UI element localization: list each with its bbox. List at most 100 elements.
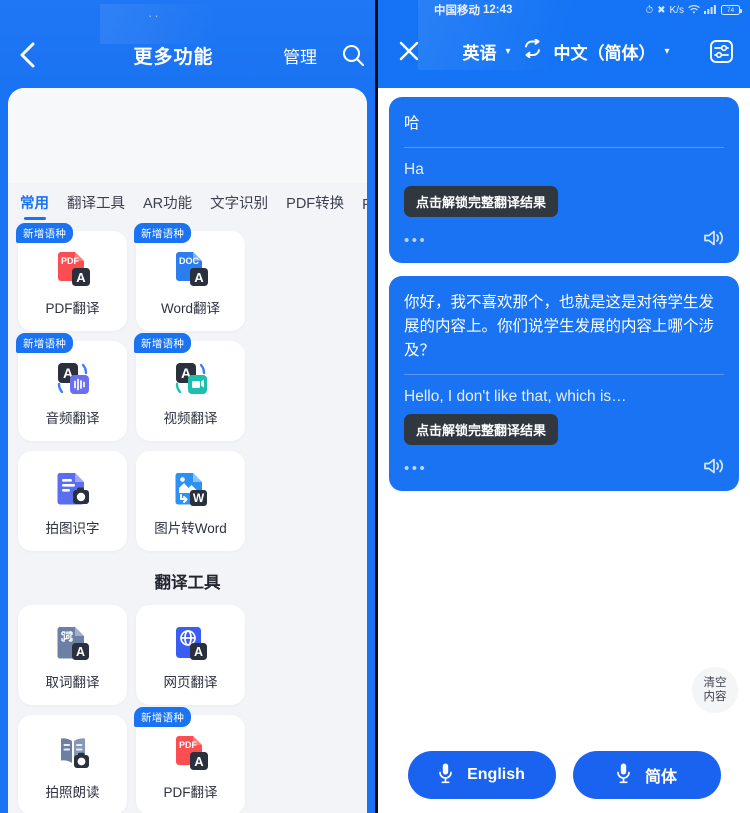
svg-text:A: A: [194, 270, 204, 285]
translate-tools-grid: 词 A 取词翻译 A 网页翻译 拍照朗读 新增语种 PDF A PDF翻译: [8, 595, 367, 813]
carrier-label: 中国移动: [434, 5, 480, 17]
feature-card-audio-translate[interactable]: 新增语种 A 音频翻译: [16, 333, 127, 441]
svg-text:A: A: [76, 270, 86, 285]
common-feature-grid: 新增语种 PDF A PDF翻译 新增语种 DOC A Word翻译 新增语种 …: [8, 221, 367, 551]
clear-line-1: 清空: [703, 676, 727, 689]
unlock-translation-tooltip[interactable]: 点击解锁完整翻译结果: [404, 186, 559, 218]
chevron-left-icon[interactable]: [0, 41, 54, 69]
signal-bars-icon: [704, 4, 717, 17]
book-camera-icon: [50, 729, 96, 777]
category-tabs: 常用 翻译工具 AR功能 文字识别 PDF转换 PD: [8, 183, 367, 221]
feature-card-word-translate[interactable]: 新增语种 DOC A Word翻译: [134, 223, 245, 331]
feature-label: 拍图识字: [45, 521, 100, 536]
feature-card-pdf-translate-2[interactable]: 新增语种 PDF A PDF翻译: [134, 707, 245, 813]
doc-file-icon: DOC A: [168, 245, 214, 293]
bubble-divider: [404, 374, 724, 376]
feature-card-pdf-translate[interactable]: 新增语种 PDF A PDF翻译: [16, 223, 127, 331]
page-title: 更多功能: [133, 46, 214, 68]
svg-text:A: A: [75, 645, 84, 659]
feature-label: 网页翻译: [163, 675, 218, 690]
alarm-icon: ⏱: [645, 4, 654, 16]
pdf-file-icon: PDF A: [168, 729, 214, 777]
left-phone-panel: ·· 更多功能 管理 常用 翻译工具 AR功能 文字识别 PDF转换 PD: [0, 0, 375, 813]
feature-label: 视频翻译: [163, 411, 218, 426]
feature-label: 拍照朗读: [45, 785, 100, 800]
decorative-dots: ··: [148, 8, 161, 23]
bubble-divider: [404, 147, 724, 149]
message-target-text: Ha: [404, 161, 424, 179]
microphone-button-row: English 简体: [378, 749, 750, 801]
chat-bubble[interactable]: 你好，我不喜欢那个，也就是这是对待学生发展的内容上。你们说学生发展的内容上哪个涉…: [389, 276, 739, 491]
dual-screenshot: ·· 更多功能 管理 常用 翻译工具 AR功能 文字识别 PDF转换 PD: [0, 0, 750, 813]
status-bar: 中国移动 12:43 ⏱ ✖ K/s 74: [378, 0, 750, 20]
speaker-icon[interactable]: [702, 228, 724, 253]
svg-text:A: A: [193, 645, 202, 659]
tab-pdfzhuanhuan[interactable]: PDF转换: [286, 192, 344, 221]
more-options-icon[interactable]: •••: [404, 233, 427, 248]
more-options-icon[interactable]: •••: [404, 461, 427, 476]
left-nav-row: 更多功能 管理: [0, 34, 375, 76]
status-bar-left: 中国移动 12:43: [434, 2, 512, 18]
left-top-bar: ·· 更多功能 管理: [0, 0, 375, 88]
tab-ar[interactable]: AR功能: [143, 192, 192, 221]
chat-bubble[interactable]: 哈 Ha 点击解锁完整翻译结果 •••: [389, 97, 739, 264]
clear-line-2: 内容: [703, 691, 727, 703]
language-selector-group: 英语 ▾ 中文（简体） ▾: [434, 38, 698, 64]
feature-card-photo-read[interactable]: 拍照朗读: [18, 715, 127, 813]
chevron-down-icon[interactable]: ▾: [505, 46, 510, 57]
bluetooth-icon: ✖: [657, 4, 666, 16]
clear-content-button[interactable]: 清空 内容: [692, 667, 738, 713]
image-to-word-icon: W: [168, 465, 214, 513]
unlock-translation-tooltip[interactable]: 点击解锁完整翻译结果: [404, 413, 559, 445]
tab-overflow[interactable]: PD: [362, 197, 367, 221]
feature-label: PDF翻译: [45, 301, 100, 316]
source-language-button[interactable]: 英语: [462, 39, 496, 64]
feature-card-photo-ocr[interactable]: 拍图识字: [18, 451, 127, 551]
feature-label: 图片转Word: [154, 521, 227, 536]
message-source-text: 哈: [404, 115, 420, 132]
mic-button-english[interactable]: English: [407, 751, 556, 799]
new-language-badge: 新增语种: [134, 707, 192, 727]
svg-text:DOC: DOC: [179, 256, 200, 266]
feature-label: PDF翻译: [163, 785, 218, 800]
close-icon[interactable]: [392, 40, 426, 62]
doc-camera-icon: [50, 465, 96, 513]
bubble-footer: •••: [404, 456, 724, 481]
svg-text:PDF: PDF: [61, 256, 80, 266]
feature-card-webpage-translate[interactable]: A 网页翻译: [136, 605, 245, 705]
tab-changyong[interactable]: 常用: [20, 192, 49, 221]
video-camera-icon: A: [168, 355, 214, 403]
new-language-badge: 新增语种: [16, 333, 74, 353]
tab-wenzishibie[interactable]: 文字识别: [210, 192, 268, 221]
feature-card-word-pick[interactable]: 词 A 取词翻译: [18, 605, 127, 705]
data-rate-label: K/s: [669, 4, 684, 16]
chevron-down-icon-target[interactable]: ▾: [665, 46, 670, 57]
chat-message-list: 哈 Ha 点击解锁完整翻译结果 ••• 你好，我不喜欢那个，也就是这是对待学生发…: [378, 88, 750, 728]
mic-button-chinese[interactable]: 简体: [572, 751, 721, 799]
right-phone-panel: 中国移动 12:43 ⏱ ✖ K/s 74 英语 ▾ 中文（简体） ▾ 哈 Ha…: [375, 0, 750, 813]
clock-label: 12:43: [483, 4, 513, 16]
left-content-sheet: 常用 翻译工具 AR功能 文字识别 PDF转换 PD 新增语种 PDF: [8, 88, 367, 813]
feature-label: Word翻译: [160, 301, 220, 316]
microphone-icon: [616, 762, 631, 789]
wifi-icon: [688, 4, 700, 17]
new-language-badge: 新增语种: [134, 223, 192, 243]
settings-sliders-icon[interactable]: [706, 39, 736, 64]
target-language-button[interactable]: 中文（简体）: [554, 39, 656, 64]
tab-fanyigongju[interactable]: 翻译工具: [67, 192, 125, 221]
audio-wave-icon: A: [50, 355, 96, 403]
svg-text:W: W: [192, 491, 204, 505]
feature-card-video-translate[interactable]: 新增语种 A 视频翻译: [134, 333, 245, 441]
banner-placeholder: [8, 88, 367, 183]
new-language-badge: 新增语种: [134, 333, 192, 353]
speaker-icon[interactable]: [702, 456, 724, 481]
search-icon[interactable]: [331, 43, 375, 68]
mic-button-label: 简体: [644, 769, 677, 786]
mic-button-label: English: [467, 766, 525, 783]
swap-languages-icon[interactable]: [520, 38, 545, 63]
bubble-footer: •••: [404, 228, 724, 253]
feature-card-image-to-word[interactable]: W 图片转Word: [136, 451, 245, 551]
word-pick-icon: 词 A: [50, 619, 96, 667]
manage-button[interactable]: 管理: [283, 43, 331, 68]
svg-text:A: A: [194, 754, 204, 769]
